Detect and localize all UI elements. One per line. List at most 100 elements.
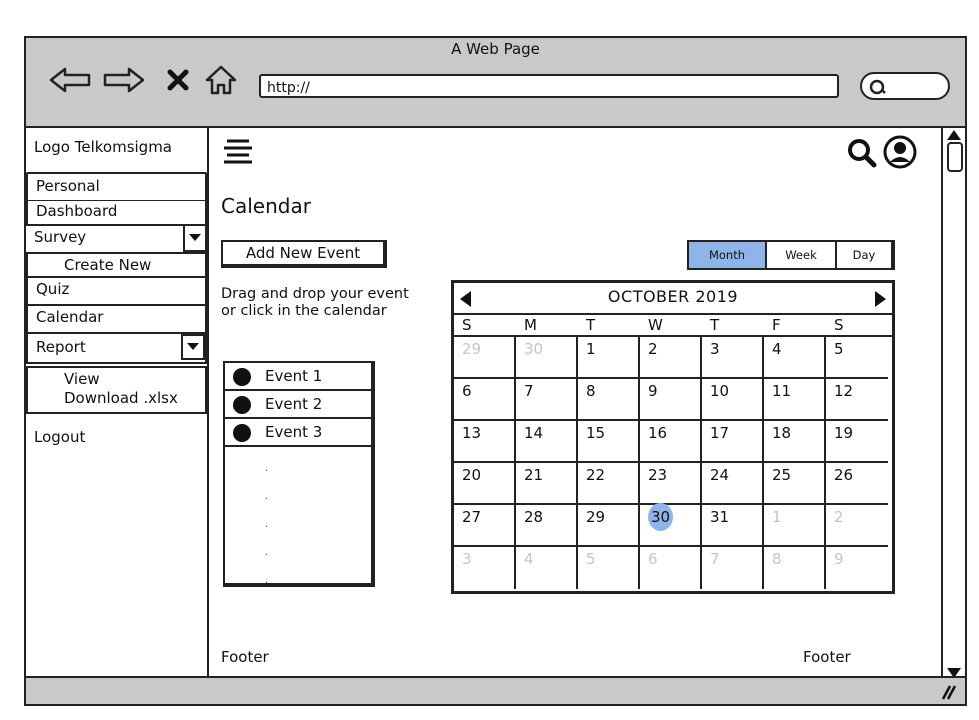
- calendar-day[interactable]: 14: [516, 421, 578, 463]
- calendar-day[interactable]: 11: [764, 379, 826, 421]
- calendar-day[interactable]: 24: [702, 463, 764, 505]
- calendar-day[interactable]: 23: [640, 463, 702, 505]
- calendar-day-number: 1: [586, 340, 596, 358]
- sidebar-item-dashboard[interactable]: Dashboard: [26, 200, 207, 226]
- calendar-day[interactable]: 1: [578, 337, 640, 379]
- calendar-day[interactable]: 9: [640, 379, 702, 421]
- calendar-day[interactable]: 7: [516, 379, 578, 421]
- calendar-day[interactable]: 22: [578, 463, 640, 505]
- calendar-day[interactable]: 28: [516, 505, 578, 547]
- calendar-day[interactable]: 21: [516, 463, 578, 505]
- calendar-day[interactable]: 10: [702, 379, 764, 421]
- address-bar[interactable]: http://: [259, 74, 839, 98]
- calendar-day[interactable]: 3: [454, 547, 516, 589]
- sidebar-item-quiz[interactable]: Quiz: [26, 278, 207, 306]
- calendar-day-number: 8: [586, 382, 596, 400]
- calendar-day[interactable]: 3: [702, 337, 764, 379]
- hamburger-menu-icon[interactable]: [223, 138, 253, 168]
- calendar-day[interactable]: 19: [826, 421, 888, 463]
- calendar-day[interactable]: 26: [826, 463, 888, 505]
- calendar-day[interactable]: 4: [764, 337, 826, 379]
- scrollbar-thumb[interactable]: [947, 142, 963, 172]
- calendar-day-number: 1: [772, 508, 782, 526]
- calendar-day-number: 21: [524, 466, 544, 484]
- sidebar-item-survey-label: Survey: [34, 228, 87, 246]
- home-icon[interactable]: [202, 65, 240, 95]
- calendar-day-number: 14: [524, 424, 544, 442]
- sidebar: Logo Telkomsigma Personal Dashboard Surv…: [26, 128, 209, 680]
- list-item[interactable]: Event 3: [225, 419, 373, 447]
- calendar-day[interactable]: 17: [702, 421, 764, 463]
- calendar-day[interactable]: 7: [702, 547, 764, 589]
- calendar-day[interactable]: 2: [826, 505, 888, 547]
- calendar-day[interactable]: 8: [764, 547, 826, 589]
- view-week-button[interactable]: Week: [765, 240, 837, 270]
- forward-arrow-icon[interactable]: [102, 66, 146, 94]
- browser-search-box[interactable]: [860, 72, 950, 100]
- sidebar-subitem-download[interactable]: Download .xlsx: [64, 389, 205, 408]
- calendar-day[interactable]: 16: [640, 421, 702, 463]
- calendar-day[interactable]: 13: [454, 421, 516, 463]
- calendar-day[interactable]: 29: [578, 505, 640, 547]
- search-icon[interactable]: [847, 138, 877, 172]
- sidebar-subitem-create-new[interactable]: Create New: [26, 252, 207, 278]
- calendar-day-number: 6: [462, 382, 472, 400]
- close-icon[interactable]: [164, 66, 192, 94]
- weekday-label: M: [524, 316, 537, 334]
- weekday-label: T: [710, 316, 720, 334]
- weekday-label: S: [462, 316, 472, 334]
- list-item[interactable]: Event 1: [225, 363, 373, 391]
- calendar-day-number: 3: [462, 550, 472, 568]
- search-icon: [869, 79, 886, 95]
- more-indicator: .....: [265, 463, 269, 586]
- calendar-day-number: 27: [462, 508, 482, 526]
- calendar-day[interactable]: 30: [640, 503, 702, 547]
- calendar-day[interactable]: 25: [764, 463, 826, 505]
- calendar-day-number: 26: [834, 466, 854, 484]
- logo: Logo Telkomsigma: [26, 130, 207, 168]
- sidebar-item-personal[interactable]: Personal: [26, 172, 207, 202]
- sidebar-item-calendar[interactable]: Calendar: [26, 306, 207, 334]
- event-bullet-icon: [233, 396, 251, 414]
- calendar-day-number: 18: [772, 424, 792, 442]
- view-month-button[interactable]: Month: [687, 240, 767, 270]
- weekday-label: T: [586, 316, 596, 334]
- calendar-day[interactable]: 5: [826, 337, 888, 379]
- scroll-up-icon[interactable]: [947, 130, 961, 140]
- list-item[interactable]: Event 2: [225, 391, 373, 419]
- survey-dropdown-arrow[interactable]: [183, 224, 207, 252]
- calendar-day[interactable]: 9: [826, 547, 888, 589]
- calendar-day[interactable]: 1: [764, 505, 826, 547]
- calendar-day[interactable]: 31: [702, 505, 764, 547]
- resize-grip-icon[interactable]: [939, 684, 957, 700]
- user-icon[interactable]: [883, 135, 917, 173]
- calendar-day[interactable]: 18: [764, 421, 826, 463]
- calendar-day-number: 2: [834, 508, 844, 526]
- calendar-day[interactable]: 2: [640, 337, 702, 379]
- calendar-day[interactable]: 12: [826, 379, 888, 421]
- calendar-day-number: 9: [648, 382, 658, 400]
- calendar-day[interactable]: 6: [454, 379, 516, 421]
- calendar-day[interactable]: 29: [454, 337, 516, 379]
- calendar-day[interactable]: 27: [454, 505, 516, 547]
- calendar-day[interactable]: 5: [578, 547, 640, 589]
- add-new-event-button[interactable]: Add New Event: [221, 240, 387, 268]
- calendar-day[interactable]: 8: [578, 379, 640, 421]
- calendar-day[interactable]: 4: [516, 547, 578, 589]
- calendar-day[interactable]: 30: [516, 337, 578, 379]
- back-arrow-icon[interactable]: [48, 66, 92, 94]
- sidebar-item-logout[interactable]: Logout: [34, 428, 85, 446]
- sidebar-item-report[interactable]: Report: [26, 334, 207, 364]
- calendar-day-number: 25: [772, 466, 792, 484]
- view-day-button[interactable]: Day: [835, 240, 895, 270]
- calendar-day[interactable]: 20: [454, 463, 516, 505]
- calendar-day[interactable]: 6: [640, 547, 702, 589]
- calendar-day-number: 17: [710, 424, 730, 442]
- sidebar-item-survey[interactable]: Survey: [26, 224, 207, 252]
- report-dropdown-arrow[interactable]: [181, 334, 205, 360]
- calendar-day[interactable]: 15: [578, 421, 640, 463]
- sidebar-subitem-view[interactable]: View: [64, 370, 205, 389]
- calendar-day-number: 7: [710, 550, 720, 568]
- next-month-icon[interactable]: [874, 291, 886, 311]
- vertical-scrollbar[interactable]: [941, 128, 965, 680]
